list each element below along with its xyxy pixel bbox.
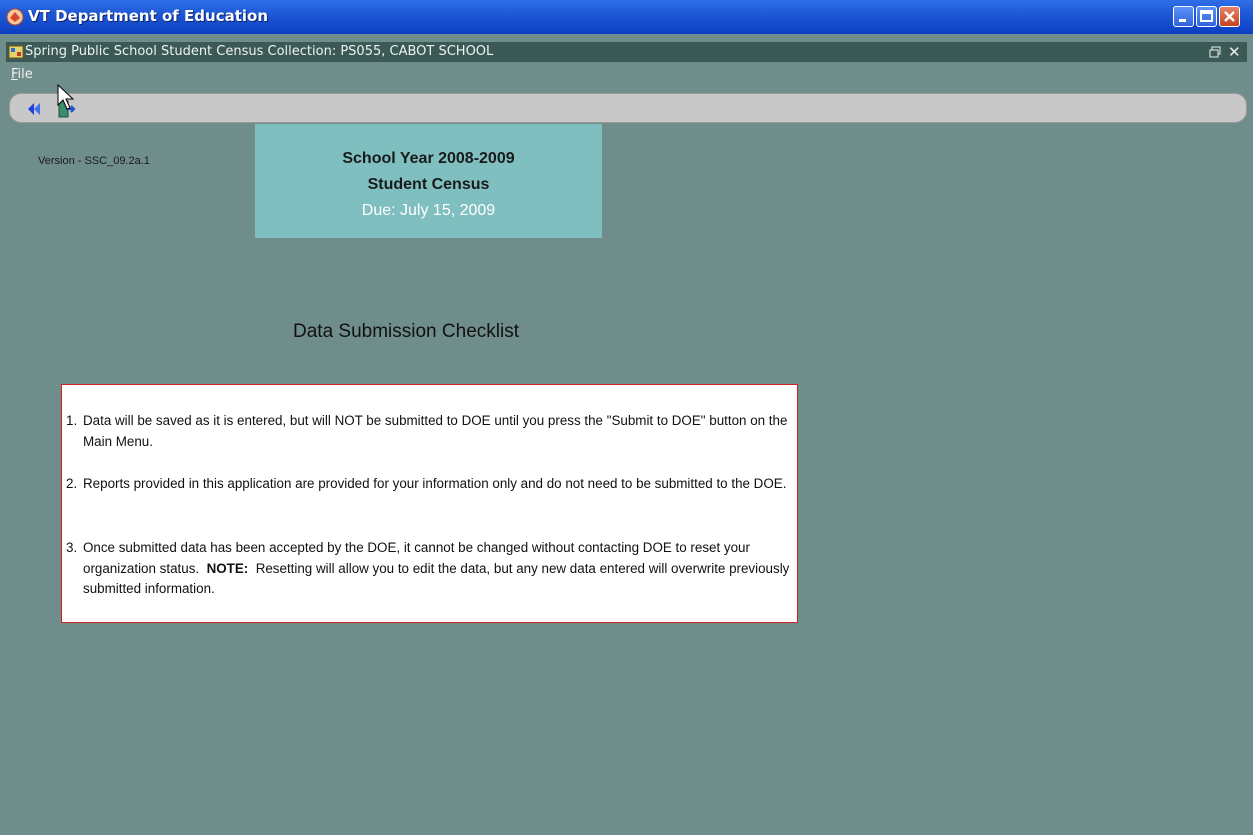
version-label: Version - SSC_09.2a.1 <box>38 155 150 167</box>
window-titlebar[interactable]: VT Department of Education <box>0 0 1253 34</box>
maximize-icon <box>1200 10 1213 22</box>
inner-window: Spring Public School Student Census Coll… <box>6 34 1247 835</box>
maximize-button[interactable] <box>1196 6 1217 27</box>
school-year-header: School Year 2008-2009 Student Census Due… <box>255 124 602 238</box>
school-year-text: School Year 2008-2009 <box>342 150 515 167</box>
menu-bar: File <box>6 62 1247 88</box>
checklist-item-3: 3. Once submitted data has been accepted… <box>66 538 794 600</box>
item-number: 2. <box>66 476 78 491</box>
close-icon <box>1224 11 1235 22</box>
toolbar <box>9 93 1247 123</box>
item-number: 1. <box>66 413 78 428</box>
window-title: VT Department of Education <box>28 7 269 25</box>
note-label: NOTE: <box>206 560 249 576</box>
inner-window-title: Spring Public School Student Census Coll… <box>25 44 494 59</box>
checklist-item-2: 2. Reports provided in this application … <box>66 474 794 495</box>
minimize-icon <box>1179 19 1186 22</box>
back-double-arrow-icon[interactable] <box>26 101 42 117</box>
form-app-icon <box>8 45 24 59</box>
inner-close-icon[interactable]: ✕ <box>1228 43 1241 61</box>
student-census-text: Student Census <box>367 176 490 193</box>
mouse-cursor-icon <box>57 84 75 110</box>
checklist-title: Data Submission Checklist <box>293 321 519 342</box>
item-text: Data will be saved as it is entered, but… <box>83 413 788 449</box>
app-icon <box>6 8 24 26</box>
minimize-button[interactable] <box>1173 6 1194 27</box>
item-text: Reports provided in this application are… <box>83 476 787 491</box>
menu-file[interactable]: File <box>11 67 33 82</box>
checklist-box: 1. Data will be saved as it is entered, … <box>61 384 798 623</box>
item-text: Once submitted data has been accepted by… <box>66 538 794 600</box>
close-button[interactable] <box>1219 6 1240 27</box>
due-date-text: Due: July 15, 2009 <box>361 202 496 219</box>
checklist-item-1: 1. Data will be saved as it is entered, … <box>66 411 794 452</box>
inner-window-titlebar[interactable]: Spring Public School Student Census Coll… <box>6 42 1247 62</box>
restore-icon[interactable] <box>1208 45 1222 59</box>
item-number: 3. <box>66 540 78 555</box>
